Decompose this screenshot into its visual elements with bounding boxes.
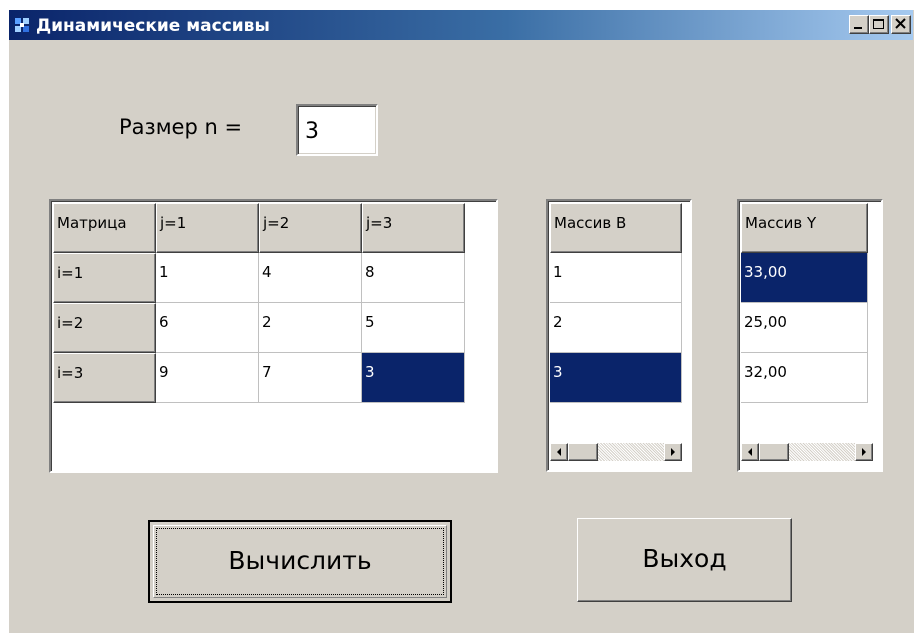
title-bar[interactable]: Динамические массивы <box>9 10 913 40</box>
exit-button-label: Выход <box>642 544 727 573</box>
size-input[interactable]: 3 <box>296 104 378 156</box>
array-b-cell[interactable]: 2 <box>550 303 682 353</box>
calculate-button-label: Вычислить <box>228 546 372 575</box>
matrix-cell[interactable]: 7 <box>259 353 362 403</box>
array-y-cell[interactable]: 32,00 <box>741 353 868 403</box>
scroll-thumb[interactable] <box>568 443 598 461</box>
array-b-grid[interactable]: Массив B 1 2 3 <box>546 199 692 472</box>
scroll-right-button[interactable] <box>664 443 682 461</box>
array-b-scrollbar[interactable] <box>550 443 682 461</box>
array-y-grid[interactable]: Массив Y 33,00 25,00 32,00 <box>737 199 883 472</box>
array-b-header: Массив B <box>550 203 682 253</box>
scroll-left-button[interactable] <box>550 443 568 461</box>
arrow-left-icon <box>557 448 561 456</box>
scroll-right-button[interactable] <box>855 443 873 461</box>
array-y-header: Массив Y <box>741 203 868 253</box>
array-b-cell-selected[interactable]: 3 <box>550 353 682 403</box>
matrix-col-header: j=3 <box>362 203 465 253</box>
maximize-button[interactable] <box>869 15 889 34</box>
array-y-cell[interactable]: 25,00 <box>741 303 868 353</box>
window-title: Динамические массивы <box>36 16 270 36</box>
close-button[interactable] <box>891 15 911 34</box>
matrix-cell[interactable]: 9 <box>156 353 259 403</box>
matrix-cell-selected[interactable]: 3 <box>362 353 465 403</box>
array-b-cell[interactable]: 1 <box>550 253 682 303</box>
matrix-cell[interactable]: 5 <box>362 303 465 353</box>
matrix-cell[interactable]: 1 <box>156 253 259 303</box>
array-y-scrollbar[interactable] <box>741 443 873 461</box>
array-y-cell-selected[interactable]: 33,00 <box>741 253 868 303</box>
matrix-row-header: i=2 <box>53 303 156 353</box>
matrix-col-header: j=2 <box>259 203 362 253</box>
matrix-cell[interactable]: 8 <box>362 253 465 303</box>
maximize-icon <box>873 19 884 29</box>
close-icon <box>895 18 906 29</box>
matrix-grid[interactable]: Матрица j=1 j=2 j=3 i=1 1 4 8 i=2 6 2 5 … <box>49 199 498 473</box>
matrix-col-header: j=1 <box>156 203 259 253</box>
matrix-cell[interactable]: 4 <box>259 253 362 303</box>
calculate-button[interactable]: Вычислить <box>148 520 452 603</box>
matrix-cell[interactable]: 2 <box>259 303 362 353</box>
exit-button[interactable]: Выход <box>577 518 792 602</box>
scroll-thumb[interactable] <box>759 443 789 461</box>
matrix-row-header: i=1 <box>53 253 156 303</box>
arrow-right-icon <box>671 448 675 456</box>
minimize-icon <box>854 27 862 29</box>
minimize-button[interactable] <box>849 15 869 34</box>
scroll-left-button[interactable] <box>741 443 759 461</box>
arrow-right-icon <box>862 448 866 456</box>
app-icon <box>15 18 29 32</box>
matrix-corner-header: Матрица <box>53 203 156 253</box>
size-label: Размер n = <box>119 115 243 139</box>
matrix-row-header: i=3 <box>53 353 156 403</box>
matrix-cell[interactable]: 6 <box>156 303 259 353</box>
app-window: Динамические массивы Размер n = 3 Матриц… <box>8 9 914 633</box>
arrow-left-icon <box>748 448 752 456</box>
